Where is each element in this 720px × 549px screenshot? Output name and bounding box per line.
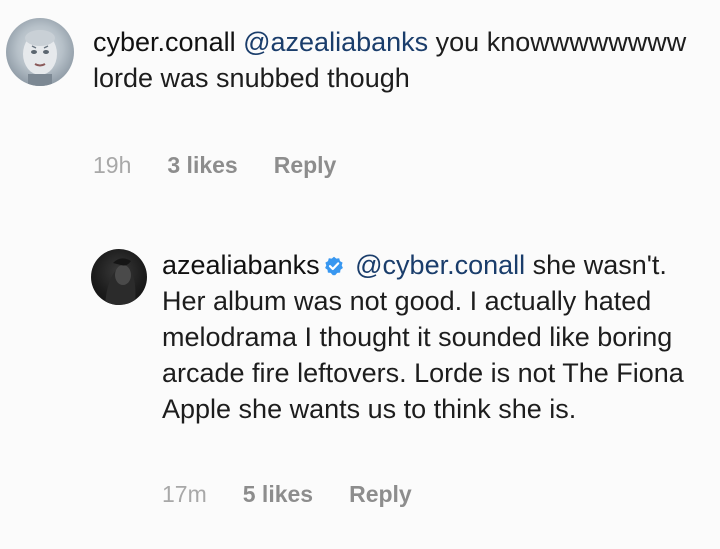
comment-body: azealiabanks @cyber.conall she wasn't. H… — [162, 247, 702, 427]
comment-mention[interactable]: @cyber.conall — [355, 250, 525, 280]
reply-button[interactable]: Reply — [349, 481, 412, 508]
avatar-image — [23, 30, 57, 86]
comment-meta: 17m 5 likes Reply — [162, 481, 412, 508]
comment-username[interactable]: azealiabanks — [162, 250, 320, 280]
comment: cyber.conall @azealiabanks you knowwwwww… — [0, 0, 720, 215]
comment-likes[interactable]: 5 likes — [243, 481, 313, 508]
avatar-image — [105, 258, 136, 305]
comment-mention[interactable]: @azealiabanks — [243, 27, 428, 57]
comment-meta: 19h 3 likes Reply — [93, 152, 336, 179]
comment-timestamp[interactable]: 17m — [162, 481, 207, 508]
reply-comment: azealiabanks @cyber.conall she wasn't. H… — [0, 215, 720, 549]
comment-timestamp[interactable]: 19h — [93, 152, 131, 179]
comment-username[interactable]: cyber.conall — [93, 27, 236, 57]
avatar[interactable] — [6, 18, 74, 86]
reply-button[interactable]: Reply — [274, 152, 337, 179]
comment-likes[interactable]: 3 likes — [167, 152, 237, 179]
verified-badge-icon — [324, 256, 343, 276]
comment-body: cyber.conall @azealiabanks you knowwwwww… — [93, 24, 693, 96]
avatar[interactable] — [91, 249, 147, 305]
